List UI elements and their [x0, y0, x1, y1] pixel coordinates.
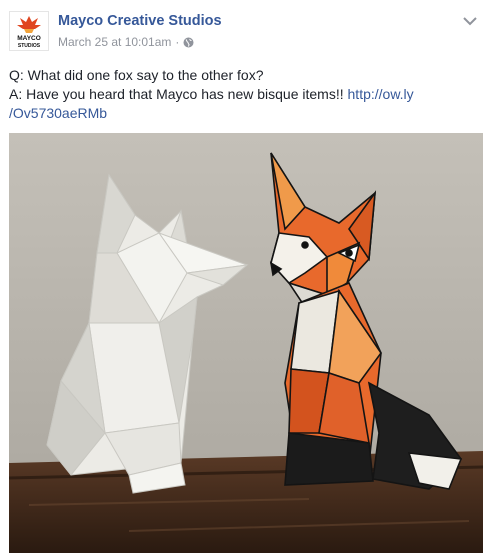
- logo-text-mayco: MAYCO: [17, 35, 41, 42]
- post-photo[interactable]: [9, 133, 483, 553]
- fox-figurines-image: [9, 133, 483, 553]
- globe-icon[interactable]: [183, 37, 194, 48]
- post-body: Q: What did one fox say to the other fox…: [9, 66, 479, 123]
- post-meta: March 25 at 10:01am ·: [58, 35, 194, 49]
- meta-separator: ·: [175, 35, 180, 49]
- post-card: MAYCO STUDIOS Mayco Creative Studios Mar…: [0, 0, 491, 558]
- chevron-down-icon[interactable]: [462, 14, 478, 26]
- post-answer-text: A: Have you heard that Mayco has new bis…: [9, 86, 348, 102]
- page-name-link[interactable]: Mayco Creative Studios: [58, 13, 222, 29]
- post-link[interactable]: http://ow.ly: [348, 86, 414, 102]
- post-timestamp[interactable]: March 25 at 10:01am: [58, 35, 171, 49]
- post-link-continued[interactable]: /Ov5730aeRMb: [9, 105, 107, 121]
- post-answer: A: Have you heard that Mayco has new bis…: [9, 85, 479, 123]
- mayco-logo: MAYCO STUDIOS: [10, 12, 48, 50]
- page-avatar[interactable]: MAYCO STUDIOS: [9, 11, 49, 51]
- logo-text-studios: STUDIOS: [18, 43, 41, 49]
- post-question: Q: What did one fox say to the other fox…: [9, 67, 264, 83]
